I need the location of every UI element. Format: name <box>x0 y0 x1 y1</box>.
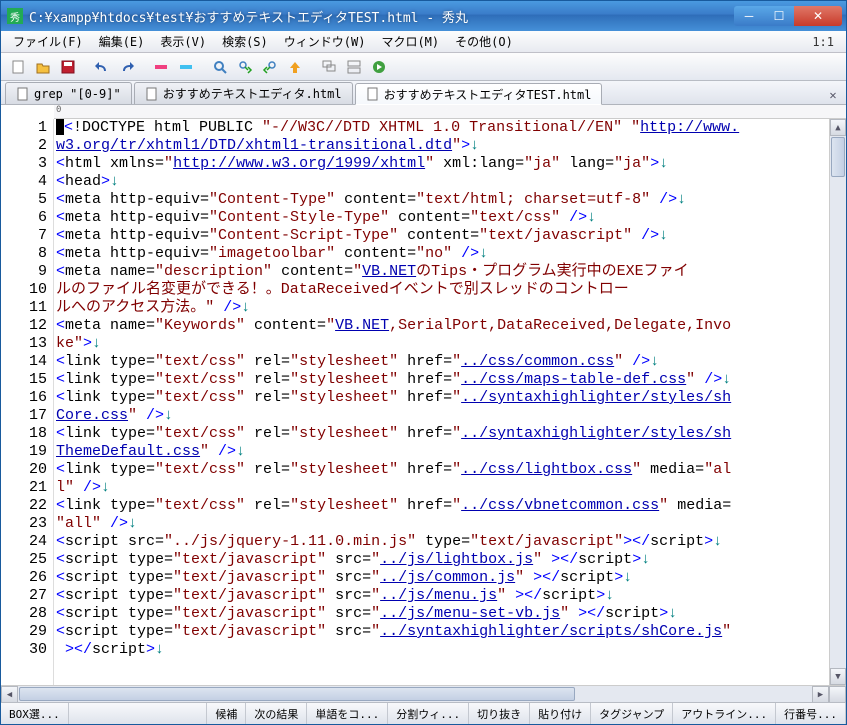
horizontal-scrollbar[interactable]: ◀ ▶ <box>1 685 846 702</box>
scroll-left-icon[interactable]: ◀ <box>1 686 18 703</box>
tabbar: grep "[0-9]" おすすめテキストエディタ.html おすすめテキストエ… <box>1 81 846 105</box>
titlebar[interactable]: 秀 C:¥xampp¥htdocs¥test¥おすすめテキストエディタTEST.… <box>1 1 846 31</box>
tab-file2-active[interactable]: おすすめテキストエディタTEST.html <box>355 83 603 105</box>
scroll-thumb[interactable] <box>831 137 845 177</box>
status-split[interactable]: 分割ウィ... <box>388 703 469 724</box>
scroll-h-track[interactable] <box>18 686 812 702</box>
find-next-icon[interactable] <box>234 56 256 78</box>
save-icon[interactable] <box>57 56 79 78</box>
redo-icon[interactable] <box>116 56 138 78</box>
exec-icon[interactable] <box>368 56 390 78</box>
vertical-scrollbar[interactable]: ▲ ▼ <box>829 119 846 685</box>
menu-window[interactable]: ウィンドウ(W) <box>276 31 374 52</box>
find-prev-icon[interactable] <box>259 56 281 78</box>
statusbar: BOX選... 候補 次の結果 単語をコ... 分割ウィ... 切り抜き 貼り付… <box>1 702 846 724</box>
cursor-position: 1:1 <box>812 35 842 49</box>
status-next-result[interactable]: 次の結果 <box>246 703 307 724</box>
status-candidates[interactable]: 候補 <box>207 703 246 724</box>
status-word-copy[interactable]: 単語をコ... <box>307 703 388 724</box>
menu-edit[interactable]: 編集(E) <box>91 31 153 52</box>
tab-label: おすすめテキストエディタ.html <box>163 85 342 102</box>
line-number-gutter: 1234567891011121314151617181920212223242… <box>1 119 54 685</box>
ruler: 0 <box>54 105 846 119</box>
window-controls: ─ ☐ ✕ <box>734 6 842 26</box>
status-box-select[interactable]: BOX選... <box>1 703 69 724</box>
maximize-button[interactable]: ☐ <box>764 6 794 26</box>
file-icon <box>16 87 30 101</box>
scroll-up-icon[interactable]: ▲ <box>830 119 846 136</box>
minimize-button[interactable]: ─ <box>734 6 764 26</box>
editor: 1234567891011121314151617181920212223242… <box>1 119 846 685</box>
tab-close-icon[interactable]: ✕ <box>824 86 842 104</box>
menubar: ファイル(F) 編集(E) 表示(V) 検索(S) ウィンドウ(W) マクロ(M… <box>1 31 846 53</box>
status-outline[interactable]: アウトライン... <box>673 703 776 724</box>
tab-label: grep "[0-9]" <box>34 87 121 101</box>
find-icon[interactable] <box>209 56 231 78</box>
menu-other[interactable]: その他(O) <box>447 31 521 52</box>
status-spacer <box>69 703 208 724</box>
status-tag-jump[interactable]: タグジャンプ <box>591 703 673 724</box>
marker1-icon[interactable] <box>150 56 172 78</box>
toolbar <box>1 53 846 81</box>
scroll-down-icon[interactable]: ▼ <box>830 668 846 685</box>
tab-grep[interactable]: grep "[0-9]" <box>5 82 132 104</box>
cascade-icon[interactable] <box>318 56 340 78</box>
new-file-icon[interactable] <box>7 56 29 78</box>
tile-icon[interactable] <box>343 56 365 78</box>
scroll-h-thumb[interactable] <box>19 687 575 701</box>
scroll-right-icon[interactable]: ▶ <box>812 686 829 703</box>
goto-top-icon[interactable] <box>284 56 306 78</box>
ruler-zero: 0 <box>56 105 61 115</box>
menu-macro[interactable]: マクロ(M) <box>373 31 447 52</box>
scroll-track[interactable] <box>830 136 846 668</box>
marker2-icon[interactable] <box>175 56 197 78</box>
menu-view[interactable]: 表示(V) <box>152 31 214 52</box>
close-button[interactable]: ✕ <box>794 6 842 26</box>
app-icon: 秀 <box>7 8 23 24</box>
menu-search[interactable]: 検索(S) <box>214 31 276 52</box>
status-line-number[interactable]: 行番号... <box>776 703 846 724</box>
status-paste[interactable]: 貼り付け <box>530 703 591 724</box>
status-cut[interactable]: 切り抜き <box>469 703 530 724</box>
undo-icon[interactable] <box>91 56 113 78</box>
file-icon <box>366 87 380 101</box>
window-title: C:¥xampp¥htdocs¥test¥おすすめテキストエディタTEST.ht… <box>29 7 734 26</box>
open-file-icon[interactable] <box>32 56 54 78</box>
app-window: 秀 C:¥xampp¥htdocs¥test¥おすすめテキストエディタTEST.… <box>0 0 847 725</box>
menu-file[interactable]: ファイル(F) <box>5 31 91 52</box>
tab-file1[interactable]: おすすめテキストエディタ.html <box>134 82 353 104</box>
tab-label: おすすめテキストエディタTEST.html <box>384 86 592 103</box>
scroll-corner <box>829 686 846 703</box>
code-area[interactable]: <!DOCTYPE html PUBLIC "-//W3C//DTD XHTML… <box>54 119 829 685</box>
text-cursor <box>56 119 64 135</box>
file-icon <box>145 87 159 101</box>
